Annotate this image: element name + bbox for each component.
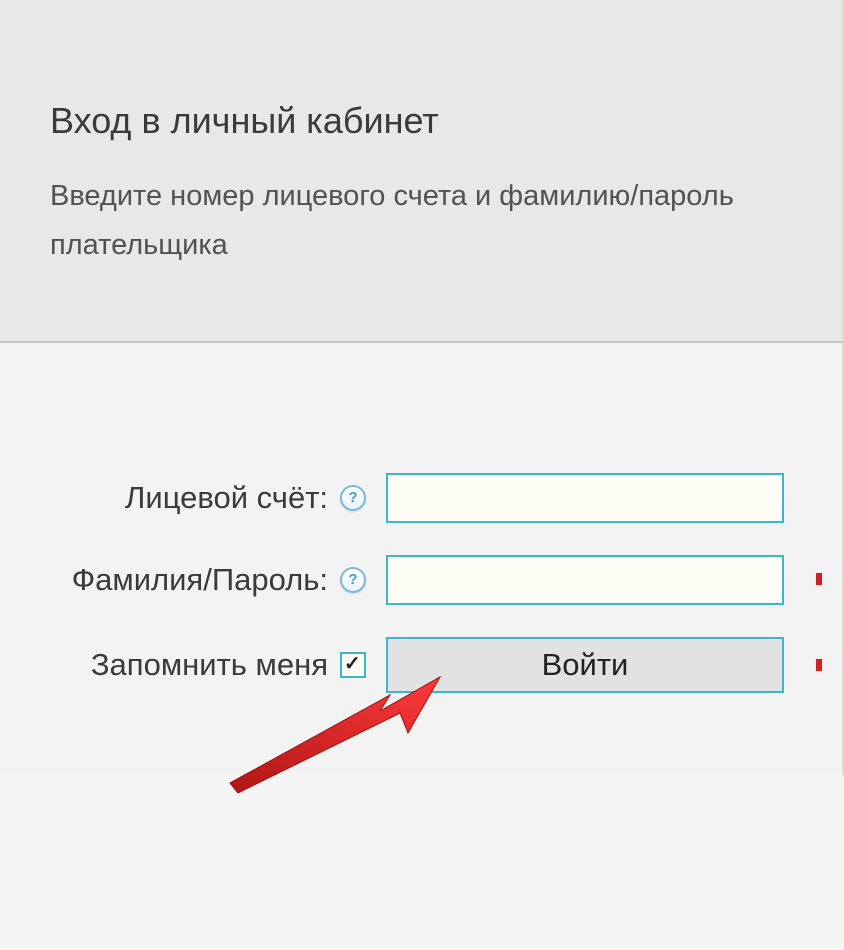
- page-title: Вход в личный кабинет: [50, 100, 792, 142]
- error-indicator: [816, 659, 822, 671]
- login-form: Лицевой счёт: ? Фамилия/Пароль: ? Запомн…: [0, 343, 844, 775]
- password-input[interactable]: [386, 555, 784, 605]
- login-button[interactable]: Войти: [386, 637, 784, 693]
- help-icon[interactable]: ?: [340, 485, 366, 511]
- remember-checkbox[interactable]: [340, 652, 366, 678]
- header-section: Вход в личный кабинет Введите номер лице…: [0, 0, 844, 343]
- remember-label: Запомнить меня: [0, 647, 340, 683]
- page-subtitle: Введите номер лицевого счета и фамилию/п…: [50, 172, 792, 271]
- remember-row: Запомнить меня Войти: [0, 637, 822, 693]
- help-icon[interactable]: ?: [340, 567, 366, 593]
- error-indicator: [816, 573, 822, 585]
- password-label: Фамилия/Пароль:: [0, 562, 340, 598]
- account-label: Лицевой счёт:: [0, 480, 340, 516]
- account-input[interactable]: [386, 473, 784, 523]
- account-row: Лицевой счёт: ?: [0, 473, 822, 523]
- password-row: Фамилия/Пароль: ?: [0, 555, 822, 605]
